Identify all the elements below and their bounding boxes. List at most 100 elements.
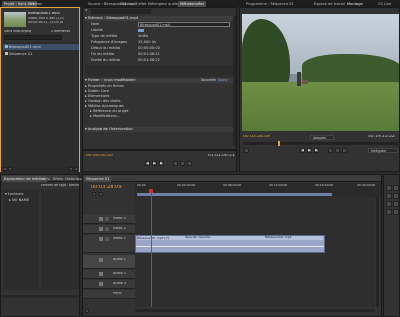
icon-view-icon[interactable] (8, 167, 12, 171)
extract-icon[interactable] (335, 148, 340, 153)
label-color-swatch[interactable] (138, 29, 144, 32)
play-icon[interactable]: ▶ (152, 161, 157, 166)
view-select[interactable]: Intégrale (368, 148, 398, 153)
marker-icon[interactable] (99, 192, 103, 196)
tab-sequence[interactable]: Séquence 01 (84, 176, 112, 182)
media-browser-panel: Explorateur de médias Info Effets Histor… (0, 174, 83, 317)
insert-icon[interactable] (173, 161, 178, 166)
eye-icon[interactable] (99, 227, 103, 231)
track-header-video-3[interactable]: Vidéo 3 (83, 215, 135, 224)
metadata-field-value: 00:01:06:21 (138, 52, 160, 56)
timeline-vertical-scrollbar[interactable] (376, 197, 379, 307)
trees-background (302, 54, 399, 84)
lift-icon[interactable] (328, 148, 333, 153)
track-name: Audio 1 (113, 258, 126, 261)
track-area[interactable]: Bitesquad01.mp4 [V] Opacité: Opacité Bit… (135, 197, 375, 307)
track-name: Audio 3 (113, 282, 126, 285)
metadata-search-field[interactable] (91, 9, 151, 14)
project-panel-footer (1, 167, 79, 172)
speaker-icon[interactable] (99, 282, 103, 286)
zoom-out-icon[interactable] (85, 309, 89, 313)
trash-icon[interactable] (74, 167, 78, 171)
metadata-section-element[interactable]: ▾ Élément : Bitesquad01.mp4 (85, 16, 236, 21)
metadata-scrollbar[interactable] (233, 16, 236, 146)
work-area-bar[interactable] (137, 193, 332, 196)
media-browser-tree: ▾ Lecteurs ▸ NO NAME (3, 190, 39, 290)
lock-icon[interactable] (105, 237, 109, 241)
export-frame-icon[interactable] (187, 161, 192, 166)
pen-tool-icon[interactable] (386, 209, 392, 215)
track-name: Vidéo 3 (113, 217, 126, 220)
lock-icon[interactable] (105, 227, 109, 231)
project-search-field[interactable] (4, 35, 62, 40)
speech-analysis-header[interactable]: ▾ Analyse de l'intervention (85, 127, 236, 132)
metadata-subsection[interactable]: ▸ Modifications... (90, 114, 120, 119)
view-select-label: Intégrale (371, 149, 387, 153)
ripple-edit-tool-icon[interactable] (386, 193, 392, 199)
fit-select-label: Adapter (313, 136, 327, 140)
track-header-video-1[interactable]: Vidéo 1 (83, 235, 135, 253)
ruler-tick-label: 00:08:00:00 (223, 184, 242, 187)
step-back-icon[interactable]: ◀ (300, 148, 305, 153)
metadata-field-value[interactable]: Bitesquad01.mp4 (138, 22, 230, 27)
source-timecode-duration: 01:01:06:21 (208, 154, 235, 158)
speaker-icon[interactable] (99, 272, 103, 276)
search-icon[interactable]: ⚲ (85, 9, 88, 13)
metadata-field-label: Libellé (91, 28, 103, 32)
timeline-clip[interactable]: Bitesquad01.mp4 [V] (135, 235, 325, 253)
speaker-icon[interactable] (99, 258, 103, 262)
snap-icon[interactable] (92, 192, 96, 196)
export-frame-icon[interactable] (342, 148, 347, 153)
selection-tool-icon[interactable] (386, 185, 392, 191)
slip-tool-icon[interactable] (393, 201, 399, 207)
sequence-icon (5, 52, 8, 55)
metadata-field-value: 00:00:00:00 (138, 46, 160, 50)
list-view-icon[interactable] (3, 167, 7, 171)
clip-label-secondary: Opacité: Opacité (185, 236, 211, 239)
lock-icon[interactable] (105, 217, 109, 221)
fit-select[interactable]: Adapter (310, 135, 334, 140)
program-timecode-current[interactable]: 00:03:28:09 (243, 135, 270, 139)
step-back-icon[interactable]: ◀ (145, 161, 150, 166)
eye-icon[interactable] (99, 237, 103, 241)
media-browser-scrollbar[interactable] (3, 295, 77, 298)
tree-item-drives[interactable]: ▾ Lecteurs (5, 192, 23, 197)
tools-panel (383, 174, 400, 317)
new-item-icon[interactable] (69, 167, 73, 171)
timeline-scrollbar[interactable] (135, 309, 375, 312)
program-playhead[interactable] (278, 141, 280, 146)
mark-in-icon[interactable] (244, 148, 249, 153)
timeline-timecode[interactable]: 00:03:28:09 (91, 185, 122, 190)
tree-item-volume[interactable]: ▸ NO NAME (9, 198, 29, 203)
timeline-playhead[interactable] (151, 193, 152, 307)
track-header-video-2[interactable]: Vidéo 2 (83, 225, 135, 234)
media-filter-label: Fichiers de type : Tous les fichiers pri… (41, 184, 69, 187)
hand-tool-icon[interactable] (393, 209, 399, 215)
clip-opacity-line[interactable] (136, 246, 324, 247)
track-header-audio-3[interactable]: Audio 3 (83, 280, 135, 289)
track-header-audio-1[interactable]: Audio 1 (83, 255, 135, 269)
source-monitor-controls: 00:00:00:00 01:01:06:21 ◀ ▶ ▶ (82, 150, 237, 172)
project-item[interactable]: Bitesquad01.mp4 (3, 44, 79, 50)
step-forward-icon[interactable]: ▶ (314, 148, 319, 153)
source-timecode-current[interactable]: 00:00:00:00 (86, 154, 113, 158)
rolling-edit-tool-icon[interactable] (393, 193, 399, 199)
ruler-tick-label: 00:00 (137, 184, 146, 187)
eye-icon[interactable] (99, 217, 103, 221)
program-scrubber[interactable] (243, 141, 398, 146)
project-item[interactable]: Séquence 01 (3, 51, 79, 57)
metadata-field-label: Début du média (91, 46, 120, 50)
metadata-field-label: Fréquence d'images (91, 40, 128, 44)
timeline-ruler[interactable]: 00:00 00:04:00:00 00:08:00:00 00:12:00:0… (135, 183, 381, 197)
play-icon[interactable]: ▶ (307, 148, 312, 153)
metadata-panel: ⚲ ▾ Élément : Bitesquad01.mp4 Nom Bitesq… (82, 7, 237, 150)
person (297, 72, 301, 86)
grass (242, 82, 399, 131)
step-forward-icon[interactable]: ▶ (159, 161, 164, 166)
apply-link[interactable]: Apply (218, 78, 228, 83)
razor-tool-icon[interactable] (386, 201, 392, 207)
track-header-master[interactable]: Princ. (83, 290, 135, 299)
track-select-tool-icon[interactable] (393, 185, 399, 191)
track-header-audio-2[interactable]: Audio 2 (83, 270, 135, 279)
overlay-icon[interactable] (180, 161, 185, 166)
